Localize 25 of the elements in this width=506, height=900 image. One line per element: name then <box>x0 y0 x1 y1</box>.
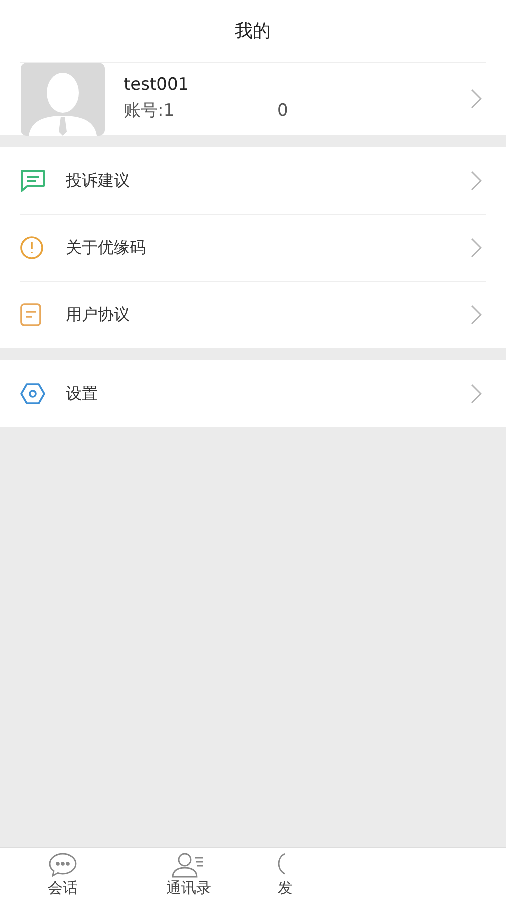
menu-item-label: 投诉建议 <box>66 170 131 192</box>
settings-icon <box>20 382 46 404</box>
chevron-right-icon <box>470 384 482 404</box>
info-icon <box>20 236 44 260</box>
chat-bubble-icon <box>48 852 78 878</box>
account-number-end: 0 <box>278 100 288 123</box>
tab-bar-item[interactable]: 通讯录 <box>126 848 252 900</box>
chevron-right-icon <box>470 89 482 109</box>
message-icon <box>20 168 46 192</box>
chevron-right-icon <box>470 238 482 258</box>
account-number: 账号:1 <box>124 100 175 123</box>
menu-item[interactable]: 投诉建议 <box>20 147 486 214</box>
tab-bar-item[interactable]: 会话 <box>0 848 126 900</box>
tab-bar-item[interactable]: 发 <box>252 848 312 900</box>
menu-item-label: 设置 <box>66 382 99 404</box>
menu-item[interactable]: 用户协议 <box>20 281 486 348</box>
menu-item-label: 关于优缘码 <box>66 237 147 259</box>
document-icon <box>20 303 42 327</box>
username: test001 <box>124 74 190 97</box>
profile-card[interactable]: test001 账号:1 0 <box>20 62 486 135</box>
menu-item[interactable]: 关于优缘码 <box>20 214 486 281</box>
page-title: 我的 <box>235 20 271 44</box>
menu-item-label: 用户协议 <box>66 304 131 326</box>
chevron-right-icon <box>470 305 482 325</box>
chevron-right-icon <box>470 170 482 190</box>
